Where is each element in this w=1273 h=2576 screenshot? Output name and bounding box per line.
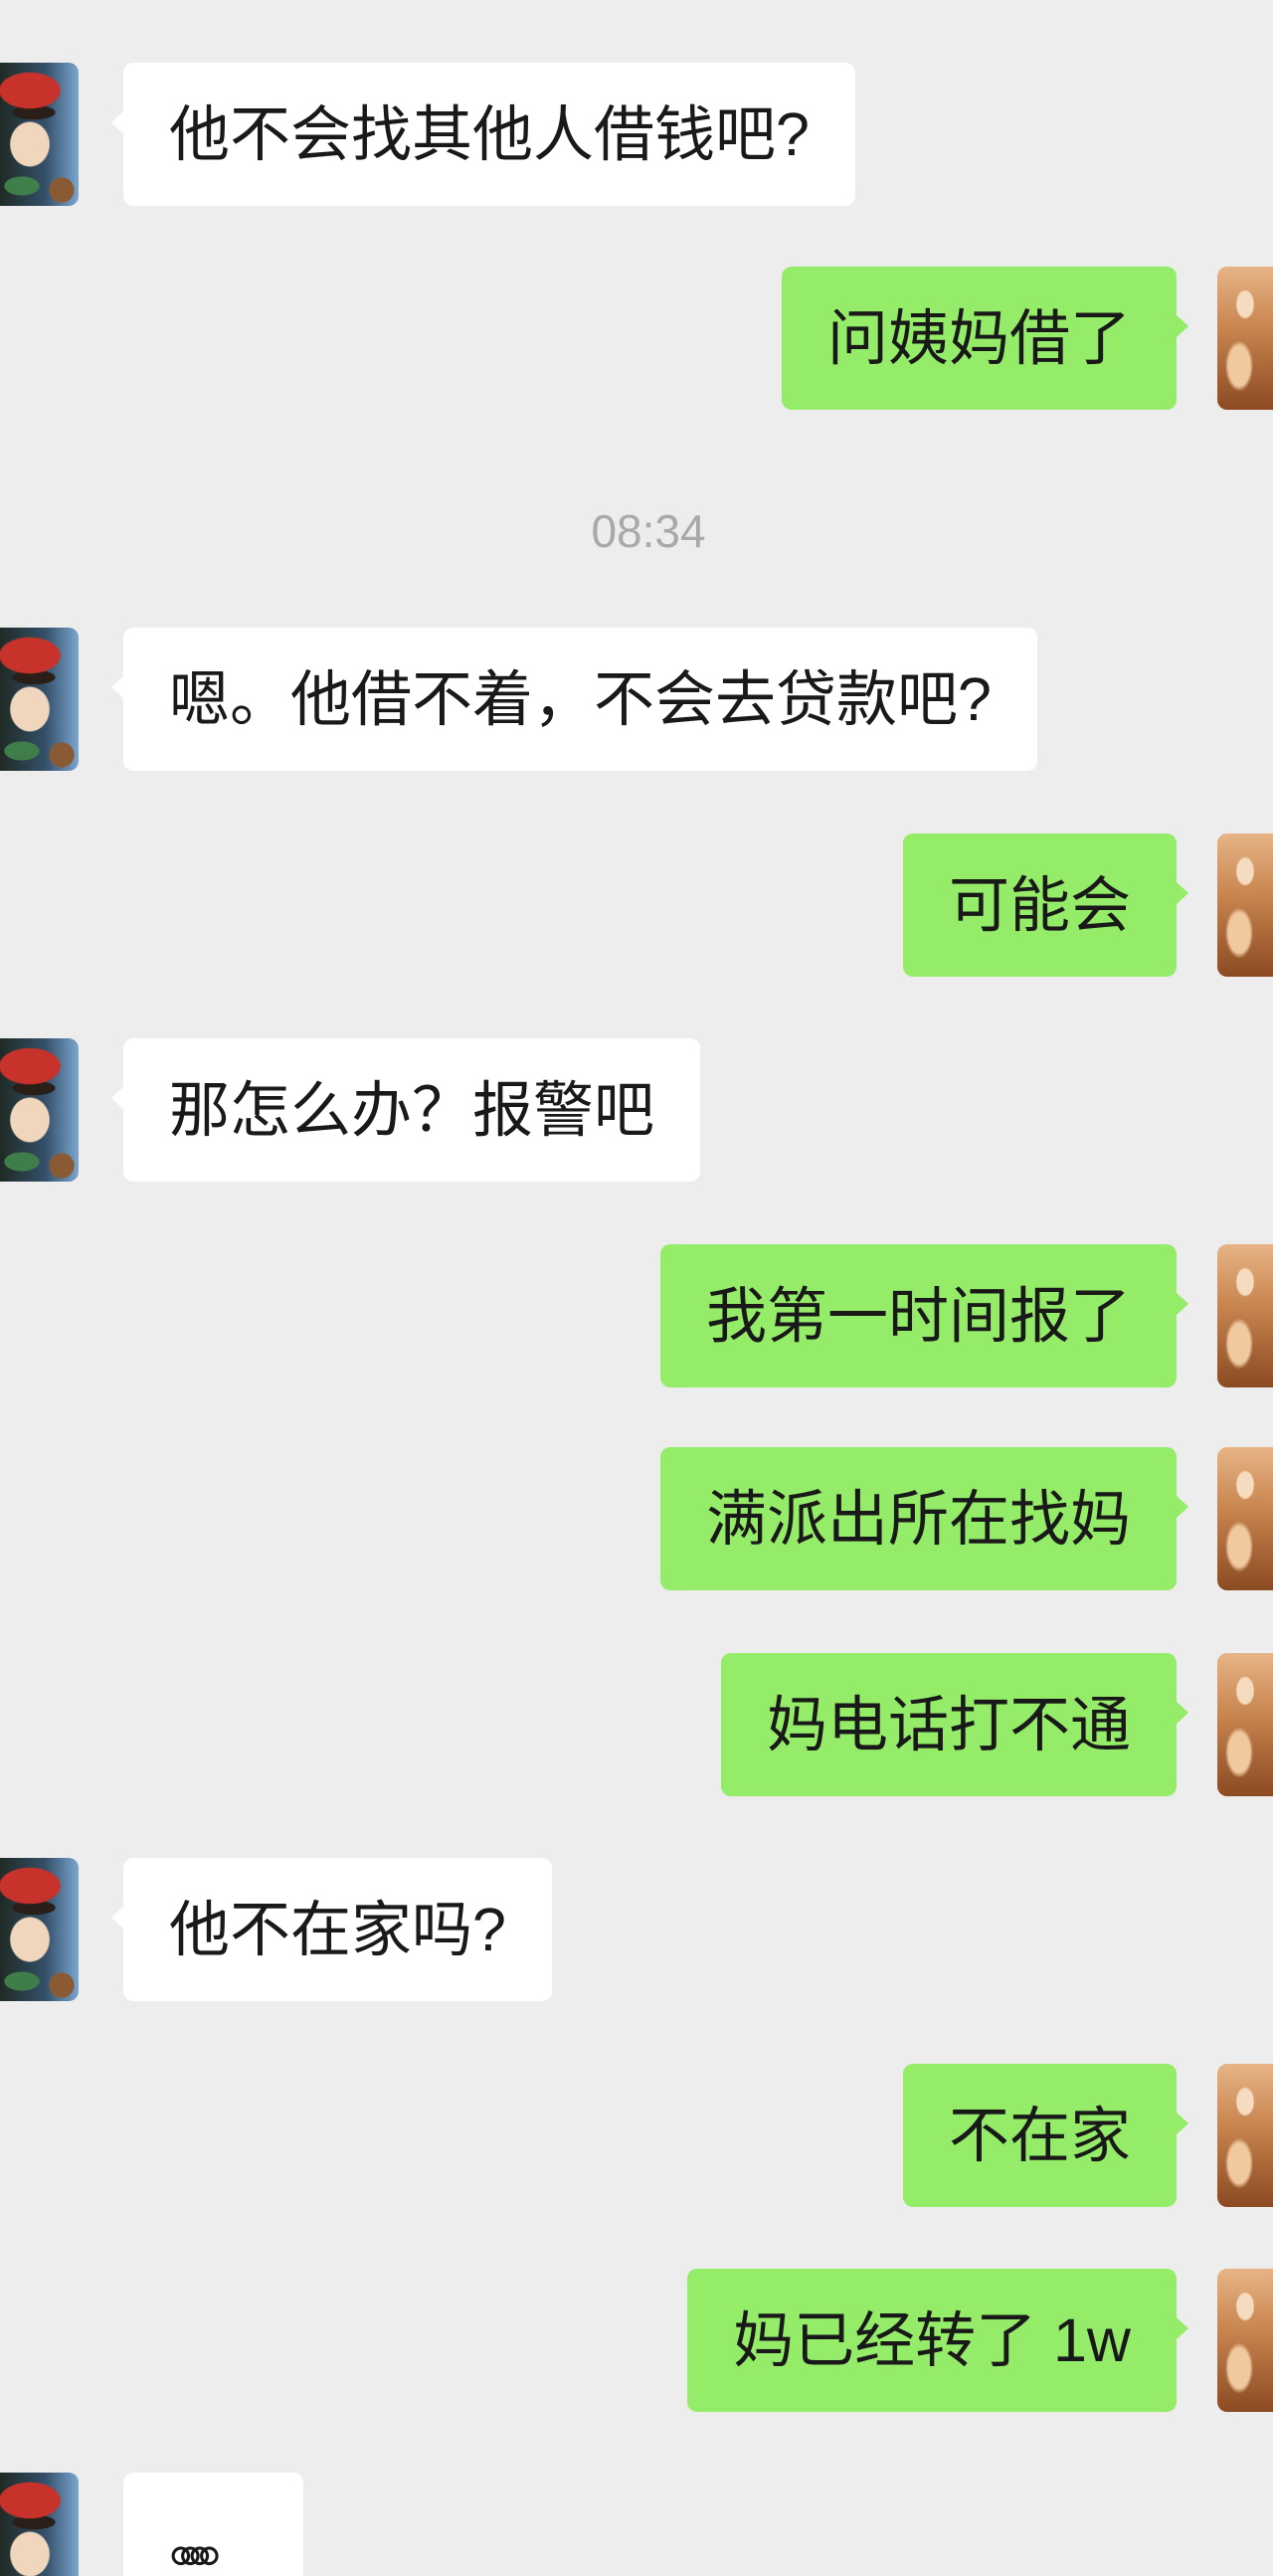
message-row: 他不会找其他人借钱吧? [0, 63, 1273, 206]
received-message-bubble[interactable]: 嗯。他借不着，不会去贷款吧? [111, 628, 1037, 771]
message-text: 满派出所在找妈 [705, 1485, 1131, 1553]
chat-message-list[interactable]: 他不会找其他人借钱吧? 问姨妈借了 08:34 嗯。他借不着，不会去贷款吧? 可… [0, 0, 1273, 2576]
message-text: 嗯。他借不着，不会去贷款吧? [169, 665, 992, 733]
message-row: 可能会 [0, 833, 1273, 977]
my-avatar[interactable] [1217, 1244, 1273, 1387]
sent-message-bubble[interactable]: 问姨妈借了 [781, 267, 1189, 410]
message-text: 问姨妈借了 [826, 304, 1131, 372]
sent-message-bubble[interactable]: 可能会 [902, 833, 1189, 977]
sent-message-bubble[interactable]: 妈电话打不通 [720, 1653, 1189, 1796]
my-avatar[interactable] [1217, 833, 1273, 977]
message-row: 问姨妈借了 [0, 267, 1273, 410]
message-row: 。。。。 [0, 2473, 1273, 2576]
message-row: 妈已经转了 1w [0, 2269, 1273, 2412]
message-text: 那怎么办？报警吧 [169, 1076, 655, 1144]
message-row: 他不在家吗? [0, 1858, 1273, 2001]
message-row: 不在家 [0, 2064, 1273, 2207]
sent-message-bubble[interactable]: 满派出所在找妈 [659, 1447, 1189, 1590]
my-avatar[interactable] [1217, 267, 1273, 410]
message-text: 妈电话打不通 [766, 1691, 1131, 1758]
received-message-bubble[interactable]: 他不会找其他人借钱吧? [111, 63, 855, 206]
message-row: 妈电话打不通 [0, 1653, 1273, 1796]
sent-message-bubble[interactable]: 我第一时间报了 [659, 1244, 1189, 1387]
contact-avatar[interactable] [0, 2473, 79, 2576]
message-row: 嗯。他借不着，不会去贷款吧? [0, 628, 1273, 771]
message-text: 他不会找其他人借钱吧? [169, 100, 810, 168]
message-row: 那怎么办？报警吧 [0, 1038, 1273, 1182]
contact-avatar[interactable] [0, 628, 79, 771]
message-text: 不在家 [948, 2102, 1131, 2169]
contact-avatar[interactable] [0, 63, 79, 206]
received-message-bubble[interactable]: 他不在家吗? [111, 1858, 552, 2001]
sent-message-bubble[interactable]: 妈已经转了 1w [687, 2269, 1188, 2412]
received-message-bubble[interactable]: 那怎么办？报警吧 [110, 1038, 701, 1182]
message-text: 他不在家吗? [169, 1896, 506, 1963]
message-row: 我第一时间报了 [0, 1244, 1273, 1387]
message-text: 我第一时间报了 [705, 1282, 1131, 1350]
my-avatar[interactable] [1217, 1447, 1273, 1590]
message-timestamp: 08:34 [591, 505, 706, 557]
contact-avatar[interactable] [0, 1038, 79, 1182]
my-avatar[interactable] [1217, 1653, 1273, 1796]
message-row: 满派出所在找妈 [0, 1447, 1273, 1590]
message-text: 可能会 [948, 871, 1131, 939]
sent-message-bubble[interactable]: 不在家 [902, 2064, 1189, 2207]
my-avatar[interactable] [1217, 2269, 1273, 2412]
received-message-bubble[interactable]: 。。。。 [123, 2473, 303, 2576]
contact-avatar[interactable] [0, 1858, 79, 2001]
message-text: 妈已经转了 1w [733, 2306, 1131, 2374]
message-text: 。。。。 [169, 2506, 258, 2574]
my-avatar[interactable] [1217, 2064, 1273, 2207]
